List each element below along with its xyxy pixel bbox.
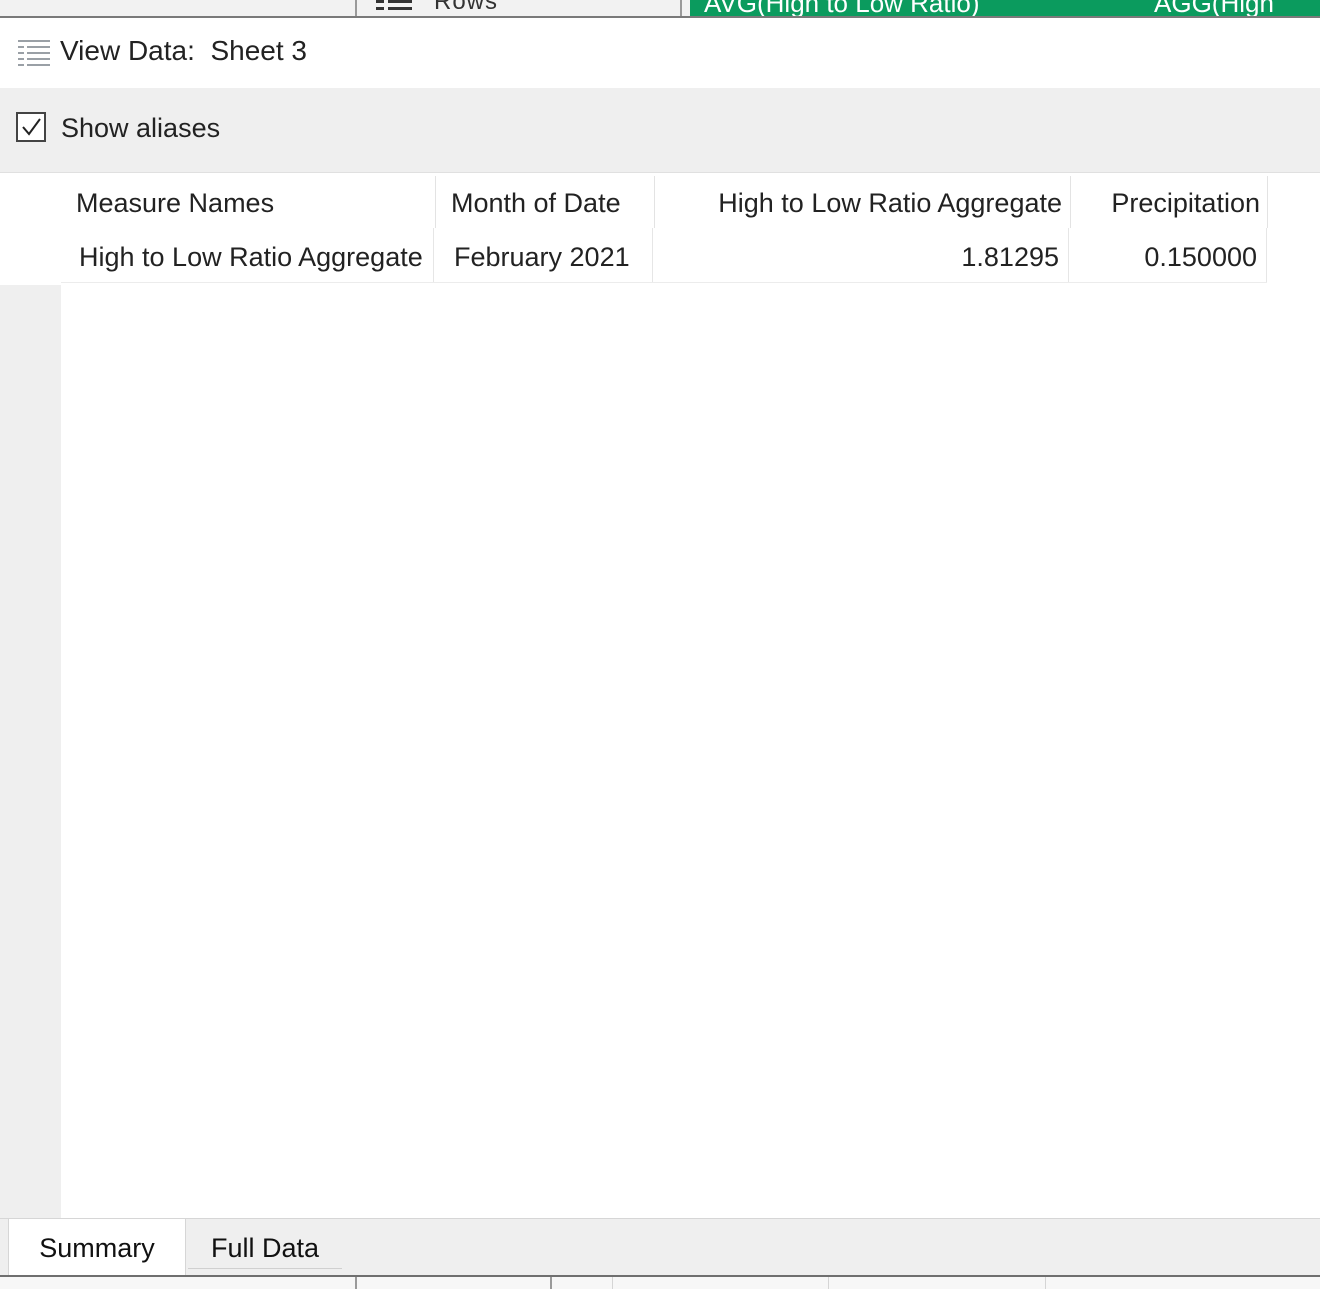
workspace-gridline [612, 1277, 613, 1289]
workspace-divider [550, 1277, 552, 1289]
rows-shelf-icon [376, 0, 412, 14]
show-aliases-checkbox[interactable] [16, 112, 46, 142]
column-header-precipitation[interactable]: Precipitation [1071, 176, 1260, 228]
row-divider [61, 282, 1267, 283]
rows-pill-avg-high-low[interactable]: AVG(High to Low Ratio) [690, 0, 1162, 16]
tab-summary[interactable]: Summary [8, 1219, 186, 1276]
options-bar: Show aliases [0, 88, 1320, 172]
grid-top-border [0, 172, 1320, 173]
rows-pill-agg-high[interactable]: AGG(High [1140, 0, 1320, 16]
column-divider [1266, 228, 1267, 283]
tab-underline [188, 1268, 342, 1269]
shelf-divider [680, 0, 682, 16]
workspace-gridline [1045, 1277, 1046, 1289]
column-divider [435, 176, 436, 228]
dialog-title: View Data: Sheet 3 [60, 35, 307, 66]
checkmark-icon [22, 118, 41, 136]
view-data-icon [18, 40, 50, 66]
column-divider [433, 228, 434, 283]
column-header-high-to-low-ratio[interactable]: High to Low Ratio Aggregate [655, 176, 1062, 228]
cell-measure-names: High to Low Ratio Aggregate [79, 242, 423, 272]
column-divider [1267, 176, 1268, 228]
cell-high-to-low-ratio: 1.81295 [961, 242, 1059, 272]
column-header-measure-names[interactable]: Measure Names [76, 176, 433, 228]
show-aliases-label[interactable]: Show aliases [61, 113, 220, 144]
shelf-divider [355, 0, 357, 16]
workspace-divider [355, 1277, 357, 1289]
cell-month-of-date: February 2021 [454, 242, 630, 272]
column-header-month-of-date[interactable]: Month of Date [451, 176, 651, 228]
cell-precipitation: 0.150000 [1144, 242, 1257, 272]
rows-shelf-label: Rows [434, 0, 499, 15]
workspace-gridline [828, 1277, 829, 1289]
rows-shelf: Rows AVG(High to Low Ratio) AGG(High [0, 0, 1320, 18]
row-header-gutter [0, 285, 61, 1218]
view-data-title-bar: View Data: Sheet 3 [0, 18, 1320, 88]
